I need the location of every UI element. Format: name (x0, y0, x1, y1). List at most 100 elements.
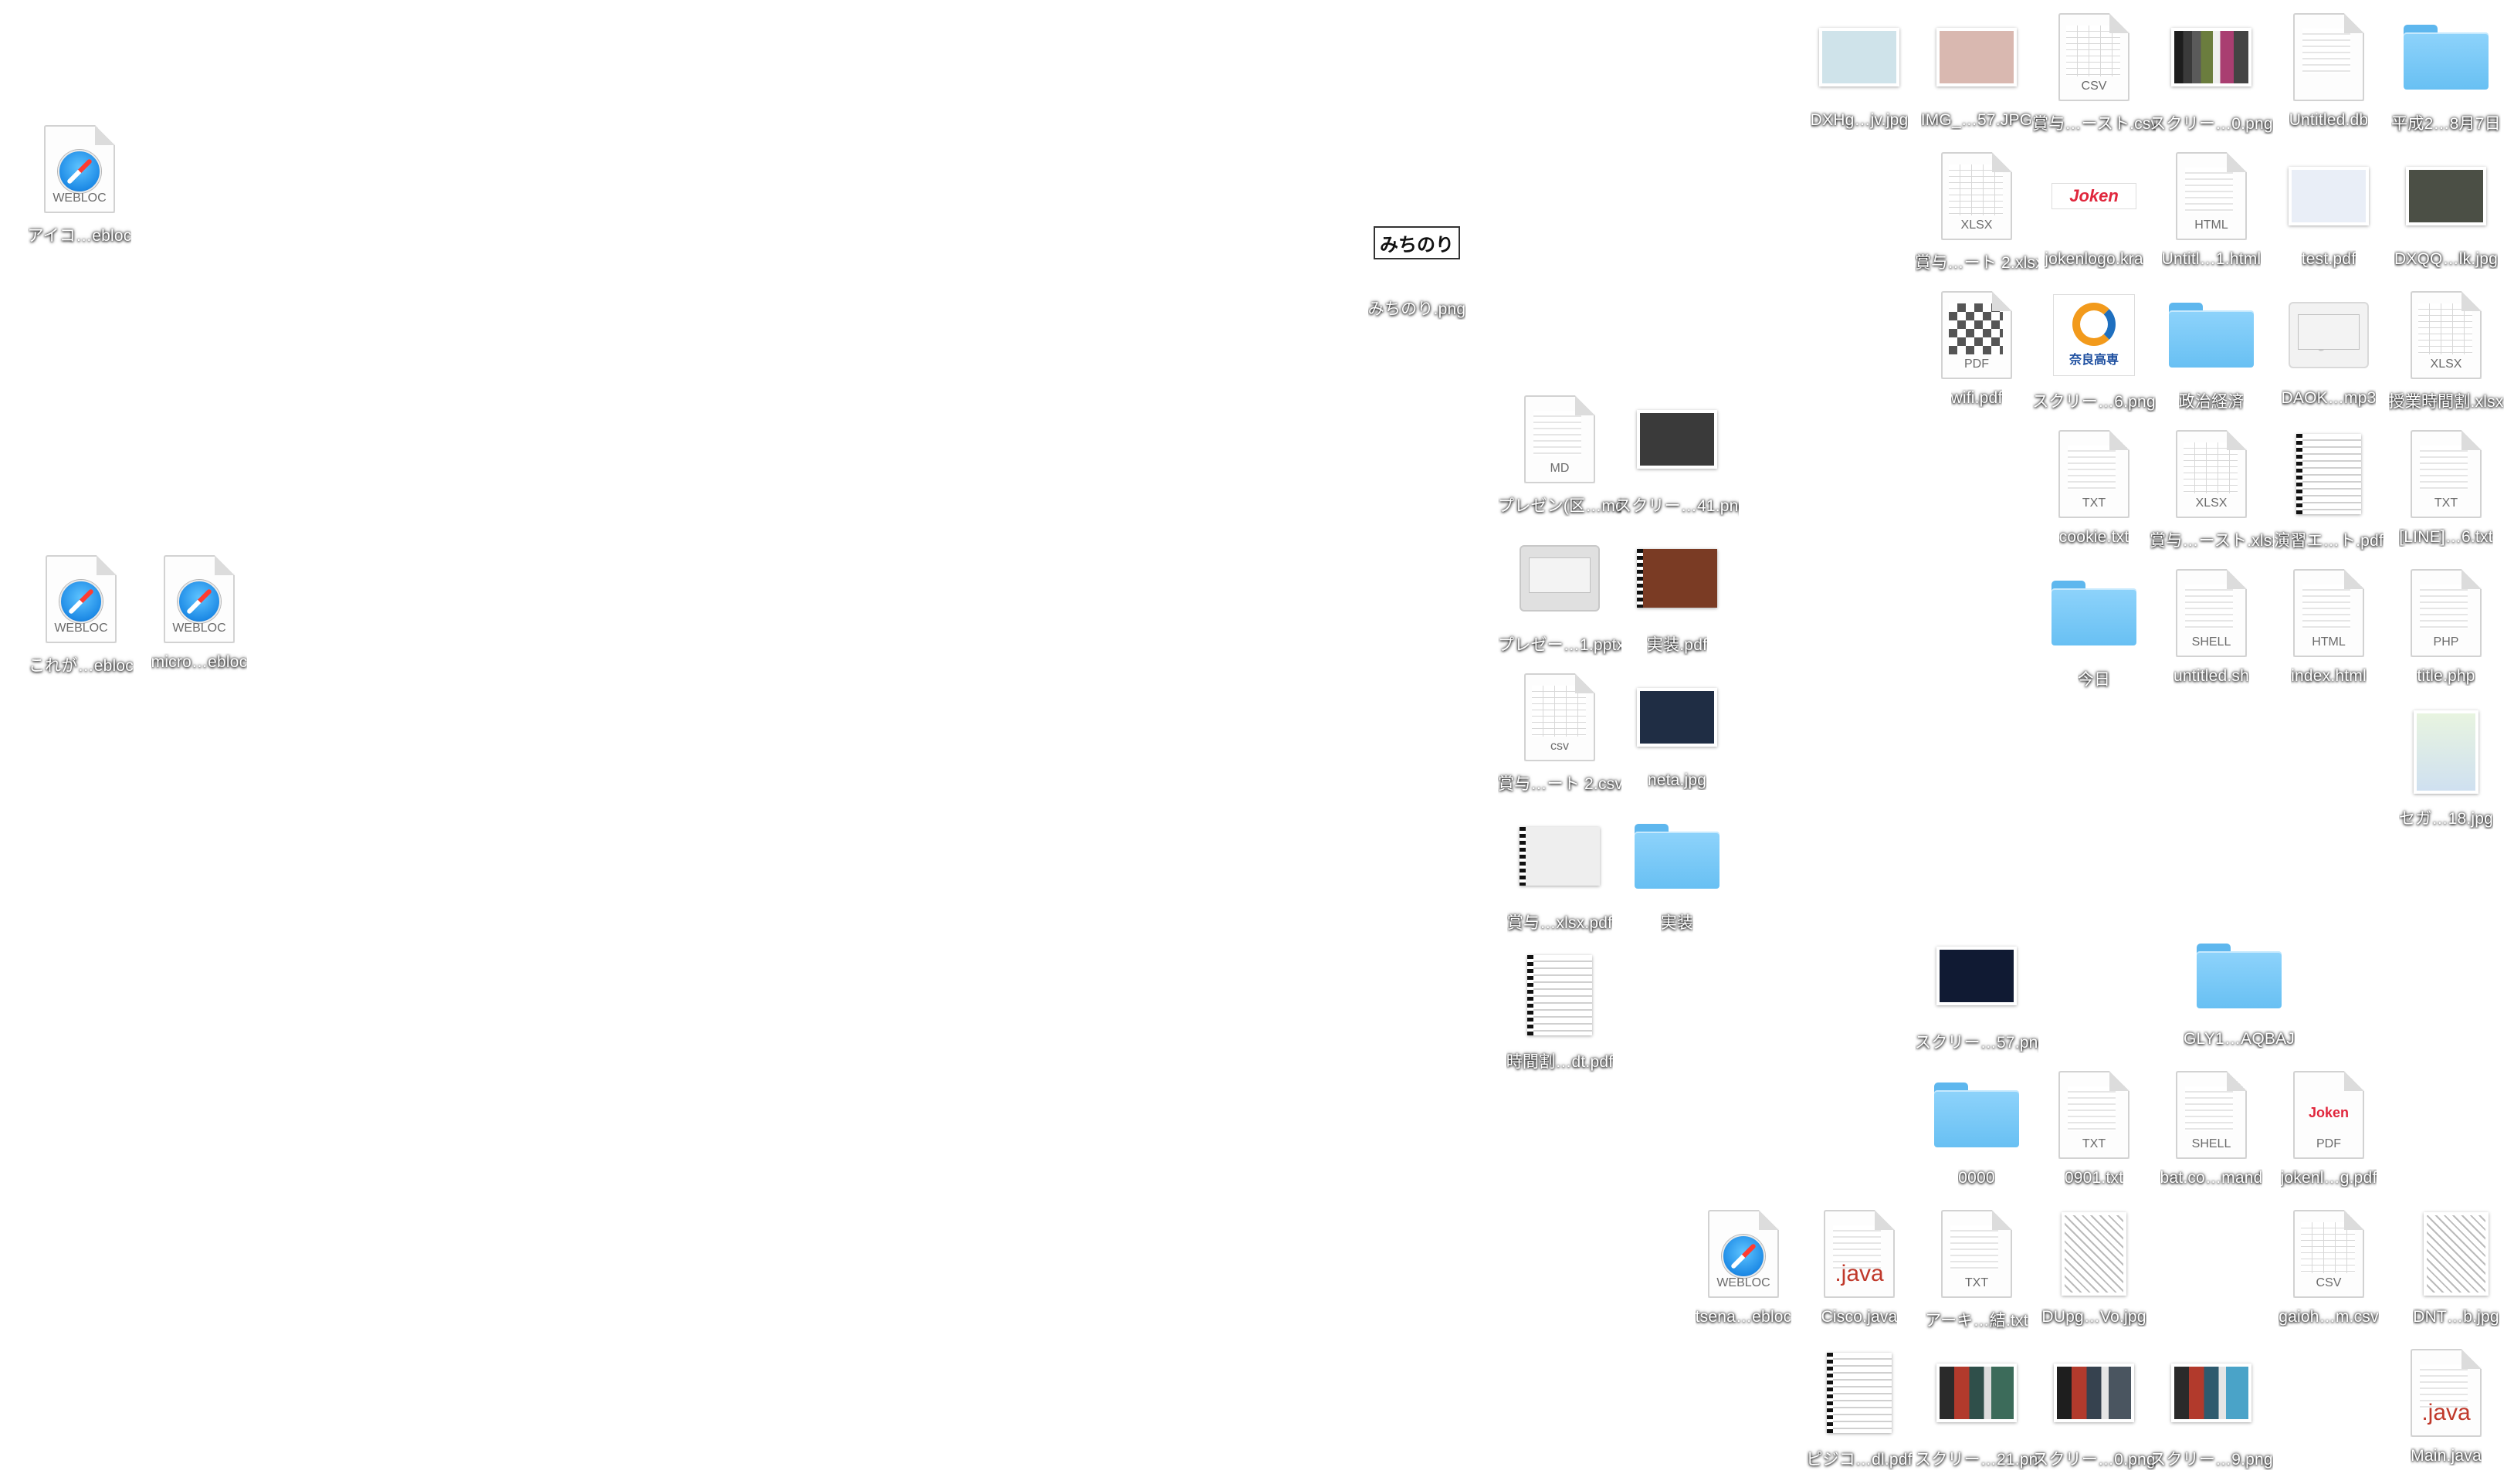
desktop-file-icon[interactable]: スクリー…9.png (2150, 1343, 2273, 1476)
desktop-file-icon[interactable]: 実装.pdf (1619, 529, 1735, 662)
file-name-label: Untitl…1.html (2161, 250, 2262, 268)
desktop[interactable]: WEBLOC アイコ…ebloc WEBLOC これが…ebloc WEBLOC micr… (0, 0, 2514, 1484)
file-name-label: スクリー…21.png (1915, 1451, 2038, 1469)
desktop-file-icon[interactable]: MD プレゼン(区…md (1498, 390, 1621, 523)
file-name-label: [LINE]…6.txt (2399, 528, 2493, 546)
desktop-file-icon[interactable]: neta.jpg (1619, 668, 1735, 801)
desktop-file-icon[interactable]: DUpg…Vo.jpg (2036, 1204, 2152, 1337)
file-thumbnail (1502, 807, 1618, 906)
desktop-file-icon[interactable]: WEBLOC アイコ…ebloc (22, 120, 137, 252)
desktop-file-icon[interactable]: SHELL untitled.sh (2153, 564, 2269, 696)
desktop-file-icon[interactable]: XLSX 賞与…ースト.xlsx (2150, 425, 2273, 557)
desktop-file-icon[interactable]: 演習エ…ト.pdf (2271, 425, 2387, 557)
text-lines (1533, 411, 1581, 456)
desktop-file-icon[interactable]: 賞与…xlsx.pdf (1502, 807, 1618, 940)
document-icon: csv (1524, 673, 1595, 761)
desktop-file-icon[interactable]: スクリー…41.png (1615, 390, 1739, 523)
desktop-file-icon[interactable]: DXHg…jv.jpg (1801, 8, 1917, 141)
image-thumbnail (1637, 410, 1717, 469)
text-lines (2068, 446, 2116, 490)
document-icon: TXT (2058, 430, 2129, 518)
file-extension-badge: .java (1835, 1261, 1884, 1286)
desktop-file-icon[interactable]: HTML Untitl…1.html (2153, 147, 2269, 280)
desktop-file-icon[interactable]: IMG_…57.JPG (1919, 8, 2035, 141)
desktop-file-icon[interactable]: 政治経済 (2153, 286, 2269, 418)
pdf-thumbnail (1827, 1353, 1892, 1433)
desktop-file-icon[interactable]: PDF wifi.pdf (1919, 286, 2035, 418)
file-thumbnail: ♫ (2271, 286, 2387, 385)
file-thumbnail (2271, 147, 2387, 246)
desktop-file-icon[interactable]: 時間割…dt.pdf (1502, 946, 1618, 1079)
desktop-file-icon[interactable]: Joken PDF jokenl…g.pdf (2271, 1066, 2387, 1198)
file-thumbnail (1919, 1066, 2035, 1164)
folder-icon (2197, 944, 2282, 1008)
desktop-file-icon[interactable]: SHELL bat.co…mand (2153, 1066, 2269, 1198)
file-thumbnail (1919, 1343, 2035, 1442)
desktop-file-icon[interactable]: ピジコ…dl.pdf (1801, 1343, 1917, 1476)
file-thumbnail: XLSX (1919, 147, 2035, 246)
desktop-file-icon[interactable]: スクリー…57.png (1915, 927, 2038, 1059)
file-thumbnail (2153, 1343, 2269, 1442)
text-lines (2068, 1086, 2116, 1131)
music-note-icon: ♫ (2312, 310, 2345, 360)
text-lines (2302, 29, 2350, 73)
desktop-file-icon[interactable]: 奈良高専 スクリー…6.png (2032, 286, 2156, 418)
desktop-file-icon[interactable]: PHP title.php (2388, 564, 2504, 696)
desktop-file-icon[interactable]: DXQQ…lk.jpg (2388, 147, 2504, 280)
desktop-file-icon[interactable]: 今日 (2036, 564, 2152, 696)
spreadsheet-lines (2184, 442, 2238, 493)
desktop-file-icon[interactable]: セガ…18.jpg (2388, 703, 2504, 835)
file-name-label: DAOK…mp3 (2281, 389, 2377, 407)
desktop-file-icon[interactable]: 実装 (1619, 807, 1735, 940)
desktop-file-icon[interactable]: WEBLOC micro…ebloc (141, 550, 257, 683)
webloc-document-icon: WEBLOC (1708, 1210, 1779, 1298)
desktop-file-icon[interactable]: Untitled.db (2271, 8, 2387, 141)
image-thumbnail (2424, 1212, 2489, 1296)
desktop-file-icon[interactable]: みちのり みちのり.png (1359, 193, 1475, 326)
file-extension-badge: CSV (2081, 80, 2107, 93)
desktop-file-icon[interactable]: .java Main.java (2388, 1343, 2504, 1476)
file-thumbnail (1619, 668, 1735, 767)
desktop-file-icon[interactable]: TXT アーキ…結.txt (1919, 1204, 2035, 1337)
desktop-file-icon[interactable]: CSV 賞与…ースト.csv (2032, 8, 2156, 141)
webloc-document-icon: WEBLOC (44, 125, 115, 213)
desktop-file-icon[interactable]: Joken jokenlogo.kra (2036, 147, 2152, 280)
desktop-file-icon[interactable]: HTML index.html (2271, 564, 2387, 696)
presentation-thumbnail (1520, 545, 1600, 612)
text-lines (2420, 584, 2468, 629)
desktop-file-icon[interactable]: 0000 (1919, 1066, 2035, 1198)
document-icon: .java (2411, 1349, 2482, 1437)
desktop-file-icon[interactable]: CSV gaioh…m.csv (2271, 1204, 2387, 1337)
desktop-file-icon[interactable]: XLSX 授業時間割.xlsx (2388, 286, 2504, 418)
desktop-file-icon[interactable]: 平成2…8月7日 (2388, 8, 2504, 141)
desktop-file-icon[interactable]: WEBLOC tsena…ebloc (1686, 1204, 1801, 1337)
desktop-file-icon[interactable]: TXT [LINE]…6.txt (2388, 425, 2504, 557)
desktop-file-icon[interactable]: ♫ DAOK…mp3 (2271, 286, 2387, 418)
desktop-file-icon[interactable]: GLY1…AQBAJ (2181, 927, 2297, 1059)
file-name-label: スクリー…6.png (2032, 393, 2156, 411)
desktop-file-icon[interactable]: TXT 0901.txt (2036, 1066, 2152, 1198)
file-extension-badge: PDF (1964, 357, 1989, 371)
desktop-file-icon[interactable]: スクリー…0.png (2032, 1343, 2156, 1476)
desktop-file-icon[interactable]: プレゼー…1.pptx (1498, 529, 1621, 662)
desktop-file-icon[interactable]: XLSX 賞与…ート 2.xlsx (1915, 147, 2038, 280)
document-icon: HTML (2176, 152, 2247, 240)
pdf-thumbnail (2296, 434, 2361, 514)
desktop-file-icon[interactable]: .java Cisco.java (1801, 1204, 1917, 1337)
desktop-file-icon[interactable]: DNT…b.jpg (2398, 1204, 2514, 1337)
desktop-file-icon[interactable]: test.pdf (2271, 147, 2387, 280)
folder-icon (2169, 303, 2254, 368)
image-thumbnail (2171, 28, 2251, 86)
folder-icon (2052, 581, 2136, 645)
desktop-file-icon[interactable]: スクリー…21.png (1915, 1343, 2038, 1476)
desktop-file-icon[interactable]: WEBLOC これが…ebloc (23, 550, 139, 683)
file-name-label: みちのり.png (1367, 300, 1466, 318)
desktop-file-icon[interactable]: TXT cookie.txt (2036, 425, 2152, 557)
desktop-file-icon[interactable]: csv 賞与…ート 2.csv (1498, 668, 1621, 801)
safari-compass-icon (59, 580, 103, 623)
safari-compass-icon (58, 150, 101, 193)
file-thumbnail (2036, 1343, 2152, 1442)
image-thumbnail (1936, 28, 2017, 86)
file-thumbnail (2271, 8, 2387, 107)
desktop-file-icon[interactable]: スクリー…0.png (2150, 8, 2273, 141)
